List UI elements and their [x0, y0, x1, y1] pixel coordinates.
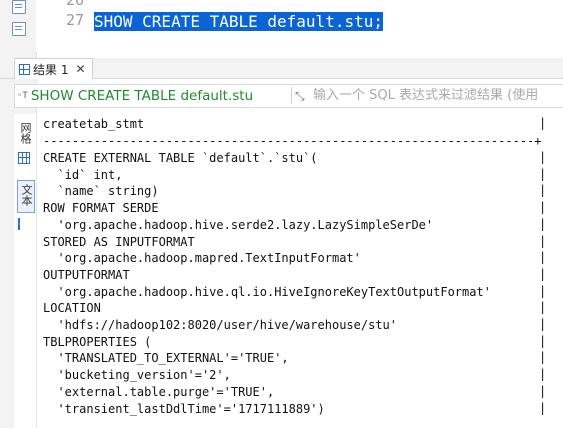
- column-border: |: [539, 216, 547, 231]
- table-icon[interactable]: [18, 152, 30, 164]
- result-row: `name` string): [43, 184, 159, 199]
- line-number: 26: [65, 0, 84, 9]
- result-row: OUTPUTFORMAT: [43, 267, 130, 282]
- result-row: ROW FORMAT SERDE: [43, 201, 159, 216]
- result-row: 'org.apache.hadoop.mapred.TextInputForma…: [43, 251, 361, 266]
- column-border: |: [539, 350, 547, 365]
- column-border: |: [539, 233, 547, 248]
- result-row: 'external.table.purge'='TRUE',: [43, 384, 275, 399]
- code-line[interactable]: SHOW CREATE TABLE default.stu;: [94, 11, 383, 32]
- column-border: |: [539, 250, 547, 265]
- column-border: |: [539, 116, 547, 130]
- filter-input[interactable]: [313, 86, 563, 105]
- result-row: STORED AS INPUTFORMAT: [43, 234, 195, 249]
- text-view-label: 文本: [20, 184, 33, 206]
- result-separator: ----------------------------------------…: [43, 134, 542, 148]
- sql-editor[interactable]: 26 27 SHOW CREATE TABLE default.stu;: [36, 0, 563, 52]
- result-view-toolbar: 网格 文本: [14, 114, 36, 428]
- column-border: |: [539, 150, 547, 164]
- tab-grid-view[interactable]: 网格: [17, 122, 33, 147]
- close-icon[interactable]: ✕: [75, 62, 85, 76]
- column-border: |: [539, 367, 547, 382]
- query-source-label[interactable]: ◦T SHOW CREATE TABLE default.stu: [17, 87, 253, 104]
- query-text: SHOW CREATE TABLE default.stu: [30, 87, 254, 104]
- result-row: `id` int,: [43, 167, 123, 182]
- text-icon[interactable]: [18, 218, 30, 230]
- tab-result-1[interactable]: 结果 1 ✕: [14, 58, 93, 79]
- result-row: CREATE EXTERNAL TABLE `default`.`stu`(: [43, 151, 318, 165]
- column-border: |: [539, 400, 547, 415]
- column-border: |: [539, 166, 547, 181]
- outline-icon[interactable]: [12, 22, 26, 36]
- result-text-panel[interactable]: createtab_stmt | -----------------------…: [36, 114, 563, 428]
- column-border: |: [539, 183, 547, 198]
- result-header: createtab_stmt: [43, 117, 145, 131]
- filter-bar: ◦T SHOW CREATE TABLE default.stu ⤡: [14, 84, 563, 108]
- tab-text-view[interactable]: 文本: [17, 180, 35, 213]
- column-border: |: [539, 200, 547, 215]
- line-number: 27: [65, 11, 84, 29]
- column-border: |: [539, 333, 547, 348]
- result-row: 'org.apache.hadoop.hive.ql.io.HiveIgnore…: [43, 284, 491, 299]
- grid-icon: [19, 63, 30, 75]
- result-row: 'org.apache.hadoop.hive.serde2.lazy.Lazy…: [43, 217, 434, 232]
- selected-sql-text[interactable]: SHOW CREATE TABLE default.stu;: [94, 12, 383, 31]
- result-row: 'TRANSLATED_TO_EXTERNAL'='TRUE',: [43, 351, 289, 366]
- results-tabbar: 结果 1 ✕: [0, 58, 563, 79]
- script-file-icon[interactable]: [12, 0, 26, 14]
- column-border: |: [539, 283, 547, 298]
- column-border: |: [539, 317, 547, 331]
- column-border: |: [539, 266, 547, 281]
- result-row: 'bucketing_version'='2',: [43, 368, 231, 383]
- result-row: LOCATION: [43, 301, 101, 316]
- tab-label: 结果 1: [33, 62, 69, 77]
- result-row: TBLPROPERTIES (: [43, 334, 152, 349]
- expand-icon[interactable]: ⤡: [295, 89, 305, 104]
- sql-icon: ◦T: [17, 90, 28, 101]
- column-border: |: [539, 300, 547, 315]
- divider: [291, 87, 292, 104]
- grid-view-label: 网格: [19, 122, 32, 144]
- result-row: 'hdfs://hadoop102:8020/user/hive/warehou…: [43, 318, 398, 332]
- result-row: 'transient_lastDdlTime'='1717111889'): [43, 401, 325, 416]
- column-border: |: [539, 383, 547, 398]
